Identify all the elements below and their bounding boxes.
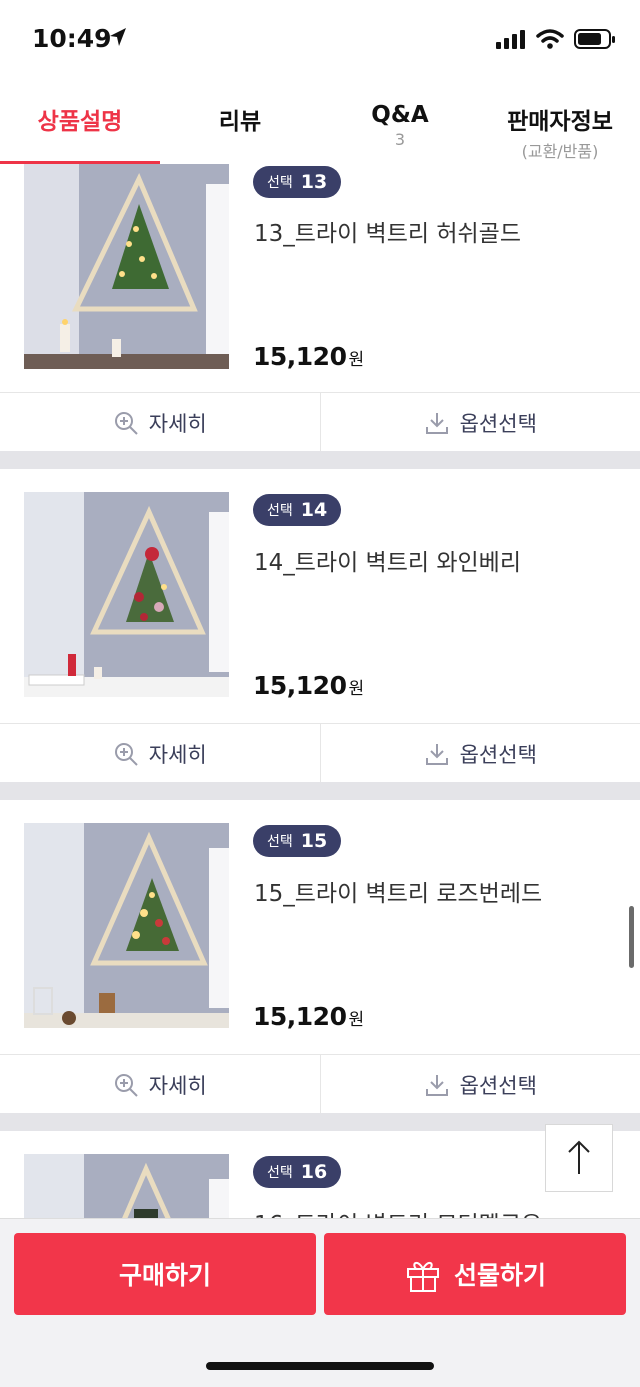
buy-label: 구매하기 [119, 1256, 211, 1292]
item-actions: 자세히 옵션선택 [0, 392, 640, 452]
tab-bar: 상품설명 리뷰 Q&A 3 판매자정보 (교환/반품) [0, 80, 640, 165]
qna-count: 3 [320, 130, 480, 149]
product-price: 15,120원 [253, 1002, 364, 1031]
product-thumbnail[interactable] [24, 164, 229, 369]
badge-label: 선택 [267, 500, 293, 520]
gift-label: 선물하기 [454, 1256, 546, 1292]
list-item: 선택 14 14_트라이 벽트리 와인베리 15,120원 자세히 옵션선택 [0, 469, 640, 785]
zoom-in-icon [113, 1072, 139, 1098]
status-bar: 10:49 [0, 0, 640, 80]
download-icon [424, 410, 450, 436]
option-select-button[interactable]: 옵션선택 [320, 724, 640, 783]
detail-label: 자세히 [149, 739, 207, 769]
badge-number: 13 [301, 171, 327, 193]
list-item: 선택 16 16_트라이 벽트리 모던멜로우 [0, 1131, 640, 1218]
download-icon [424, 1072, 450, 1098]
badge-label: 선택 [267, 831, 293, 851]
price-value: 15,120 [253, 671, 346, 700]
detail-button[interactable]: 자세히 [0, 724, 320, 783]
currency-unit: 원 [348, 1010, 363, 1030]
badge-number: 14 [301, 499, 327, 521]
product-thumbnail[interactable] [24, 1154, 229, 1218]
detail-button[interactable]: 자세히 [0, 393, 320, 452]
tab-qna[interactable]: Q&A 3 [320, 80, 480, 164]
item-actions: 자세히 옵션선택 [0, 1054, 640, 1114]
product-thumbnail[interactable] [24, 492, 229, 697]
option-badge: 선택 13 [253, 166, 341, 198]
option-select-button[interactable]: 옵션선택 [320, 393, 640, 452]
option-badge: 선택 15 [253, 825, 341, 857]
badge-number: 16 [301, 1161, 327, 1183]
product-price: 15,120원 [253, 671, 364, 700]
scroll-top-button[interactable] [545, 1124, 613, 1192]
badge-number: 15 [301, 830, 327, 852]
wifi-icon [536, 29, 564, 53]
scroll-indicator[interactable] [629, 906, 634, 968]
currency-unit: 원 [348, 350, 363, 370]
product-thumbnail[interactable] [24, 823, 229, 1028]
option-badge: 선택 16 [253, 1156, 341, 1188]
product-price: 15,120원 [253, 342, 364, 371]
product-name[interactable]: 14_트라이 벽트리 와인베리 [254, 543, 521, 577]
tab-review[interactable]: 리뷰 [160, 80, 320, 164]
detail-button[interactable]: 자세히 [0, 1055, 320, 1114]
divider [0, 451, 640, 469]
battery-icon [574, 28, 616, 54]
price-value: 15,120 [253, 1002, 346, 1031]
tab-sublabel: (교환/반품) [480, 138, 640, 162]
tab-label: 리뷰 [160, 102, 320, 136]
option-badge: 선택 14 [253, 494, 341, 526]
currency-unit: 원 [348, 679, 363, 699]
price-value: 15,120 [253, 342, 346, 371]
tab-description[interactable]: 상품설명 [0, 80, 160, 164]
product-name[interactable]: 13_트라이 벽트리 허쉬골드 [254, 214, 521, 248]
divider [0, 1113, 640, 1131]
buy-button[interactable]: 구매하기 [14, 1233, 316, 1315]
option-select-button[interactable]: 옵션선택 [320, 1055, 640, 1114]
item-actions: 자세히 옵션선택 [0, 723, 640, 783]
tab-label: 상품설명 [0, 102, 160, 136]
zoom-in-icon [113, 410, 139, 436]
option-select-label: 옵션선택 [460, 1070, 537, 1100]
list-item: 선택 13 13_트라이 벽트리 허쉬골드 15,120원 자세히 옵션선택 [0, 164, 640, 440]
signal-icon [496, 29, 526, 53]
gift-icon [404, 1255, 442, 1293]
option-list[interactable]: 선택 13 13_트라이 벽트리 허쉬골드 15,120원 자세히 옵션선택 [0, 164, 640, 1218]
tab-label: Q&A [320, 102, 480, 128]
gift-button[interactable]: 선물하기 [324, 1233, 626, 1315]
arrow-up-icon [564, 1138, 594, 1178]
option-select-label: 옵션선택 [460, 739, 537, 769]
list-item: 선택 15 15_트라이 벽트리 로즈번레드 15,120원 자세히 옵션선택 [0, 800, 640, 1116]
detail-label: 자세히 [149, 408, 207, 438]
badge-label: 선택 [267, 172, 293, 192]
download-icon [424, 741, 450, 767]
location-arrow-icon [108, 26, 128, 52]
detail-label: 자세히 [149, 1070, 207, 1100]
option-select-label: 옵션선택 [460, 408, 537, 438]
zoom-in-icon [113, 741, 139, 767]
product-name[interactable]: 15_트라이 벽트리 로즈번레드 [254, 874, 542, 908]
tab-seller-info[interactable]: 판매자정보 (교환/반품) [480, 80, 640, 164]
status-time: 10:49 [32, 24, 112, 53]
badge-label: 선택 [267, 1162, 293, 1182]
home-indicator [206, 1362, 434, 1370]
divider [0, 782, 640, 800]
product-name[interactable]: 16_트라이 벽트리 모던멜로우 [254, 1205, 542, 1218]
tab-label: 판매자정보 [480, 102, 640, 136]
